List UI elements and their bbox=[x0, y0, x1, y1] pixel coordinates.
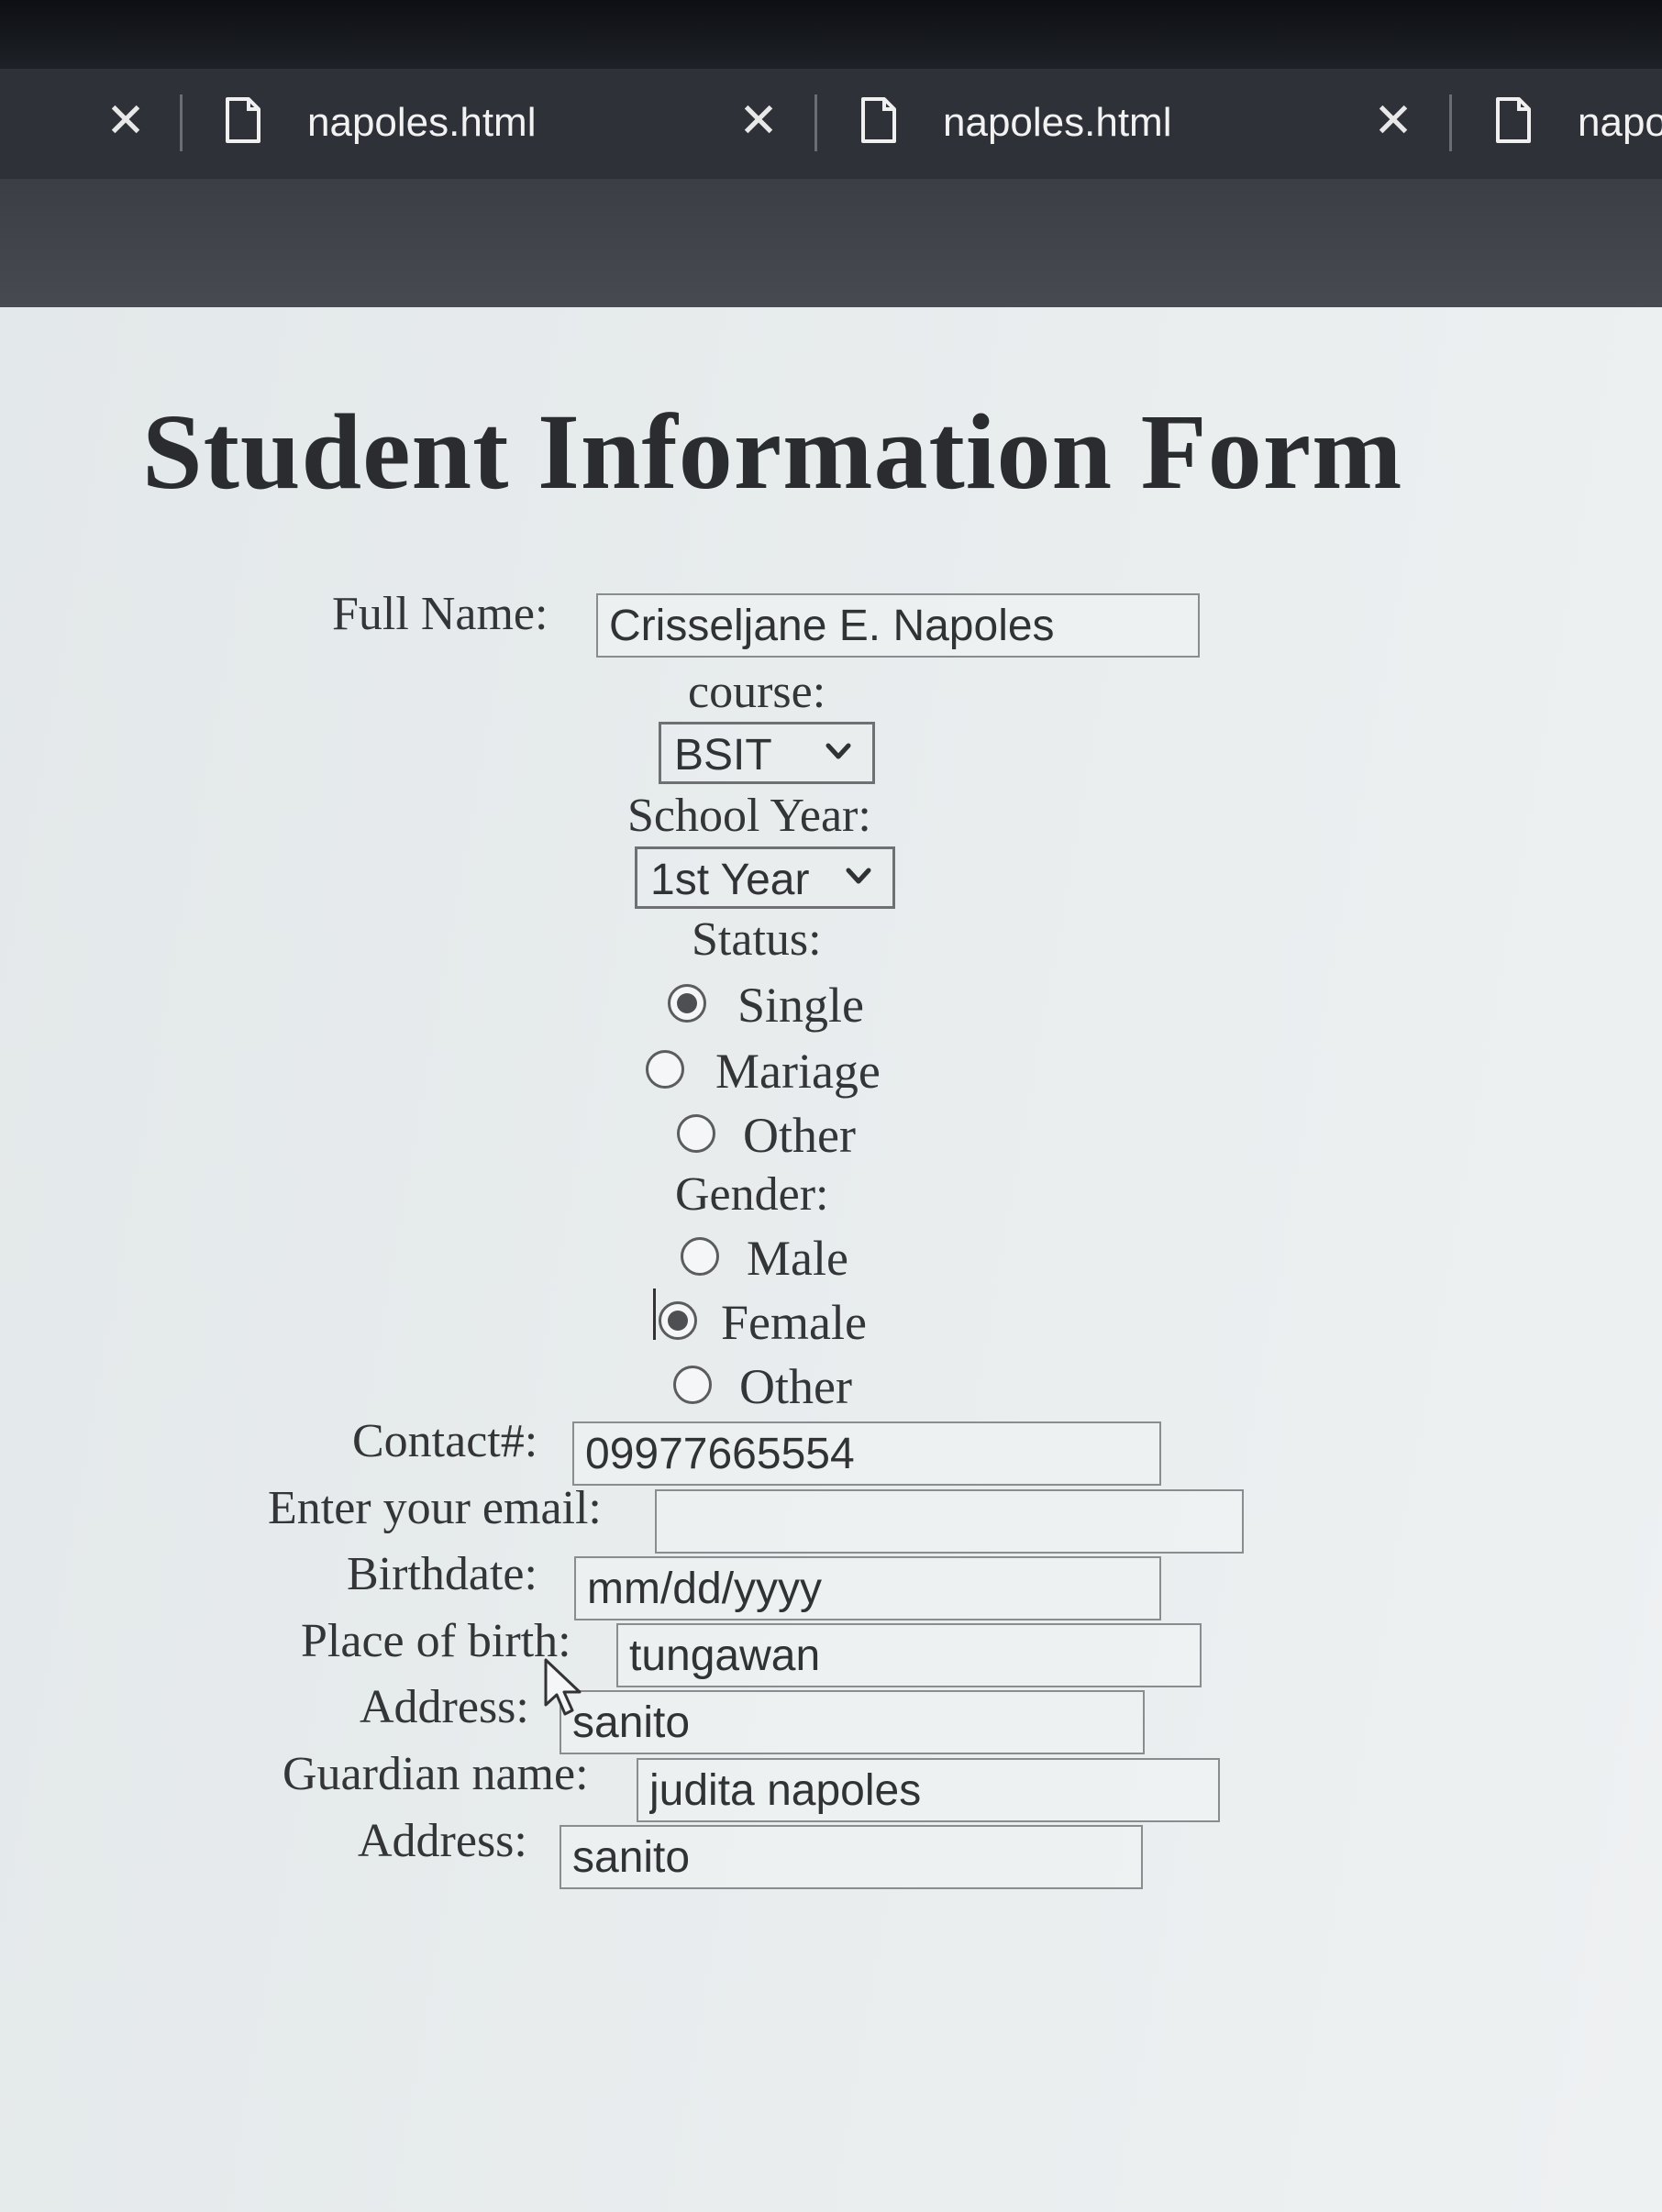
guardian-name-input[interactable] bbox=[638, 1760, 1218, 1820]
browser-toolbar bbox=[0, 179, 1662, 307]
email-label: Enter your email: bbox=[268, 1482, 602, 1534]
course-label: course: bbox=[688, 666, 826, 718]
tab-separator bbox=[1449, 94, 1452, 151]
screen-top-bezel bbox=[0, 0, 1662, 69]
status-option-mariage[interactable]: Mariage bbox=[646, 1043, 921, 1099]
gender-option-female[interactable]: Female bbox=[659, 1294, 906, 1350]
gender-label: Gender: bbox=[675, 1168, 829, 1221]
radio-label: Female bbox=[721, 1295, 867, 1350]
status-label: Status: bbox=[692, 913, 822, 966]
guardian-name-label: Guardian name: bbox=[283, 1748, 589, 1800]
chevron-down-icon bbox=[825, 743, 851, 759]
radio-button[interactable] bbox=[646, 1050, 684, 1089]
status-option-other[interactable]: Other bbox=[677, 1107, 925, 1163]
address-label: Address: bbox=[360, 1681, 529, 1733]
place-of-birth-field[interactable] bbox=[616, 1623, 1202, 1687]
place-of-birth-input[interactable] bbox=[618, 1625, 1200, 1686]
address-field[interactable] bbox=[560, 1690, 1145, 1754]
guardian-address-input[interactable] bbox=[561, 1827, 1141, 1887]
radio-label: Mariage bbox=[715, 1044, 881, 1099]
tab-separator bbox=[814, 94, 817, 151]
birthdate-field[interactable] bbox=[574, 1556, 1161, 1620]
full-name-field[interactable] bbox=[596, 593, 1200, 658]
school-year-select[interactable]: 1st Year bbox=[635, 846, 895, 909]
focus-caret bbox=[653, 1288, 656, 1340]
chevron-down-icon bbox=[846, 868, 871, 884]
school-year-selected-value: 1st Year bbox=[650, 856, 810, 904]
radio-button[interactable] bbox=[677, 1114, 715, 1153]
contact-field[interactable] bbox=[572, 1421, 1161, 1486]
address-input[interactable] bbox=[561, 1692, 1143, 1753]
full-name-label: Full Name: bbox=[332, 588, 548, 640]
browser-tab[interactable]: ✕ napoles.html bbox=[1368, 69, 1662, 179]
close-icon[interactable]: ✕ bbox=[734, 96, 783, 146]
radio-label: Single bbox=[737, 978, 865, 1033]
file-icon bbox=[861, 97, 896, 143]
birthdate-label: Birthdate: bbox=[347, 1548, 537, 1600]
radio-button[interactable] bbox=[659, 1301, 697, 1340]
browser-tab[interactable]: ✕ napoles.html bbox=[0, 69, 752, 179]
radio-button[interactable] bbox=[681, 1237, 719, 1276]
browser-tab[interactable]: ✕ napoles.html bbox=[734, 69, 1394, 179]
page-title: Student Information Form bbox=[142, 392, 1403, 512]
page-content: Student Information Form Full Name: cour… bbox=[0, 307, 1662, 2212]
close-icon[interactable]: ✕ bbox=[101, 96, 150, 146]
close-icon[interactable]: ✕ bbox=[1368, 96, 1418, 146]
tab-title: napoles.html bbox=[943, 100, 1172, 145]
guardian-address-field[interactable] bbox=[560, 1825, 1143, 1889]
guardian-address-label: Address: bbox=[358, 1815, 527, 1867]
radio-label: Male bbox=[747, 1231, 848, 1286]
place-of-birth-label: Place of birth: bbox=[301, 1615, 571, 1667]
email-field[interactable] bbox=[655, 1489, 1244, 1554]
radio-label: Other bbox=[743, 1108, 856, 1163]
birthdate-input[interactable] bbox=[576, 1558, 1159, 1619]
gender-option-other[interactable]: Other bbox=[673, 1358, 921, 1414]
radio-button[interactable] bbox=[673, 1366, 712, 1404]
radio-label: Other bbox=[739, 1359, 852, 1414]
contact-label: Contact#: bbox=[352, 1415, 538, 1467]
file-icon bbox=[226, 97, 260, 143]
course-selected-value: BSIT bbox=[674, 731, 772, 780]
status-option-single[interactable]: Single bbox=[668, 977, 915, 1033]
radio-button[interactable] bbox=[668, 984, 706, 1023]
tab-separator bbox=[180, 94, 183, 151]
mouse-cursor-icon bbox=[544, 1658, 582, 1716]
browser-tab-bar: ✕ napoles.html ✕ napoles.html ✕ napoles.… bbox=[0, 69, 1662, 179]
full-name-input[interactable] bbox=[598, 595, 1198, 656]
tab-title: napoles.html bbox=[307, 100, 537, 145]
email-input[interactable] bbox=[657, 1491, 1242, 1552]
file-icon bbox=[1496, 97, 1531, 143]
contact-input[interactable] bbox=[574, 1423, 1159, 1484]
tab-title: napoles.html bbox=[1578, 100, 1662, 145]
gender-option-male[interactable]: Male bbox=[681, 1230, 919, 1286]
school-year-label: School Year: bbox=[627, 790, 871, 842]
course-select[interactable]: BSIT bbox=[659, 722, 875, 784]
guardian-name-field[interactable] bbox=[637, 1758, 1220, 1822]
